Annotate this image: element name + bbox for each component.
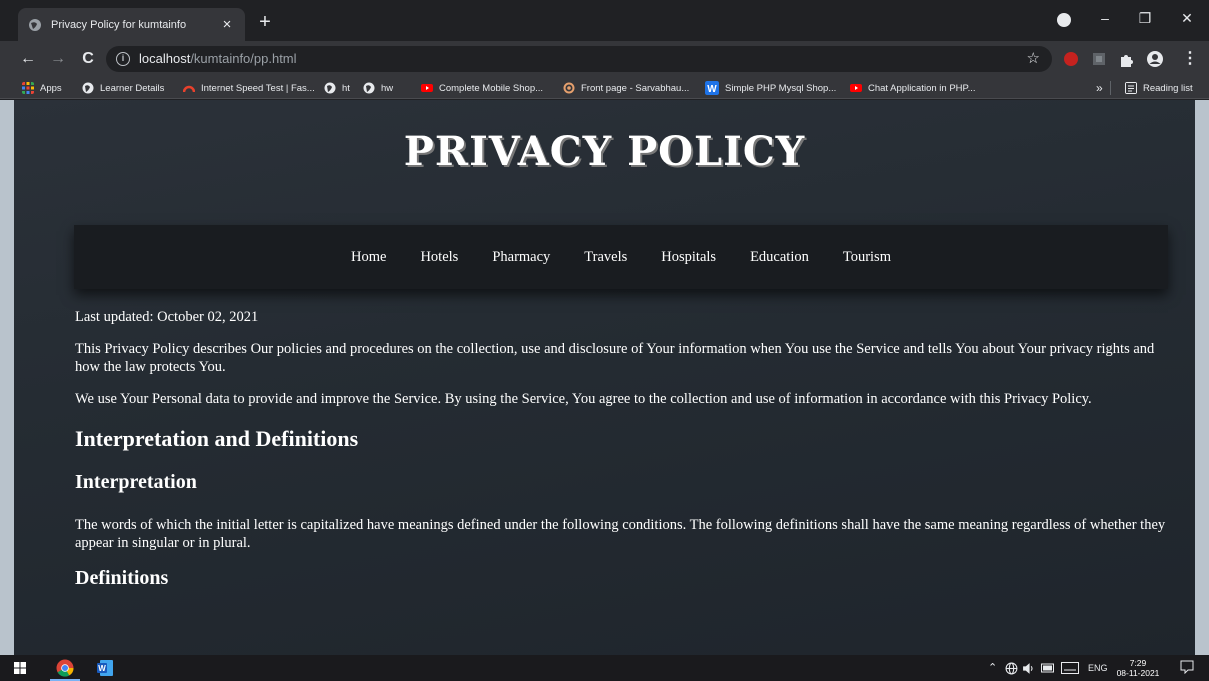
tray-overflow-icon[interactable]: ⌃	[988, 661, 997, 674]
target-icon	[563, 82, 575, 94]
nav-link-pharmacy[interactable]: Pharmacy	[492, 249, 550, 266]
forward-button[interactable]: →	[48, 49, 68, 69]
policy-content: Last updated: October 02, 2021 This Priv…	[75, 308, 1175, 612]
extensions-puzzle-icon[interactable]	[1118, 50, 1136, 68]
browser-tab[interactable]: Privacy Policy for kumtainfo ×	[18, 8, 245, 41]
restore-button[interactable]: ❐	[1130, 10, 1160, 27]
url-text[interactable]: localhost/kumtainfo/pp.html	[139, 51, 297, 66]
profile-avatar-icon[interactable]	[1146, 50, 1164, 68]
clock-time: 7:29	[1129, 658, 1147, 668]
windows-start-icon[interactable]	[14, 662, 26, 674]
close-window-button[interactable]: ✕	[1172, 10, 1202, 27]
globe-icon	[363, 82, 375, 94]
word-taskbar-icon[interactable]: W	[96, 659, 114, 677]
site-navbar: Home Hotels Pharmacy Travels Hospitals E…	[74, 225, 1168, 289]
keyboard-icon[interactable]	[1061, 662, 1079, 674]
nav-link-hospitals[interactable]: Hospitals	[661, 249, 716, 266]
language-indicator[interactable]: ENG	[1088, 663, 1108, 673]
browser-toolbar: ← → C i localhost/kumtainfo/pp.html ☆ ⋮	[0, 41, 1209, 77]
interpretation-paragraph: The words of which the initial letter is…	[75, 517, 1166, 551]
speedometer-icon	[183, 85, 195, 93]
bookmark-label: ht	[342, 82, 350, 94]
svg-text:W: W	[707, 84, 717, 95]
nav-link-travels[interactable]: Travels	[584, 249, 627, 266]
heading-interpretation-and-definitions: Interpretation and Definitions	[75, 426, 359, 451]
bookmark-chat-application[interactable]: Chat Application in PHP...	[850, 80, 976, 96]
bookmark-learner-details[interactable]: Learner Details	[82, 80, 164, 96]
battery-icon[interactable]	[1041, 663, 1055, 673]
tab-close-icon[interactable]: ×	[219, 16, 235, 33]
back-button[interactable]: ←	[18, 49, 38, 69]
svg-text:W: W	[98, 664, 106, 673]
bookmark-label: Complete Mobile Shop...	[439, 82, 544, 94]
bookmark-apps[interactable]: Apps	[22, 80, 62, 96]
bookmark-label: Chat Application in PHP...	[868, 82, 976, 94]
url-path: /kumtainfo/pp.html	[190, 51, 297, 66]
bookmark-label: Learner Details	[100, 82, 165, 94]
notifications-icon[interactable]	[1180, 660, 1194, 674]
profile-menu-icon[interactable]	[1057, 13, 1071, 27]
bookmark-label: Internet Speed Test | Fas...	[201, 82, 315, 94]
last-updated-text: Last updated: October 02, 2021	[75, 309, 259, 325]
bookmark-star-icon[interactable]: ☆	[1027, 49, 1040, 67]
network-globe-icon[interactable]	[1005, 662, 1018, 675]
nav-link-education[interactable]: Education	[750, 249, 809, 266]
bookmark-simple-php-shop[interactable]: W Simple PHP Mysql Shop...	[705, 80, 836, 96]
w-logo-icon: W	[705, 81, 719, 95]
bookmark-speed-test[interactable]: Internet Speed Test | Fas...	[183, 80, 315, 96]
chrome-menu-icon[interactable]: ⋮	[1180, 49, 1200, 69]
bookmark-label: Simple PHP Mysql Shop...	[725, 82, 837, 94]
extension-red-icon[interactable]	[1062, 50, 1080, 68]
url-host: localhost	[139, 51, 191, 66]
tab-title: Privacy Policy for kumtainfo	[51, 18, 187, 31]
page-title: PRIVACY POLICY	[403, 128, 806, 175]
new-tab-button[interactable]: +	[254, 11, 276, 33]
system-clock[interactable]: 7:29 08-11-2021	[1113, 658, 1163, 678]
globe-icon	[82, 82, 94, 94]
heading-interpretation: Interpretation	[75, 471, 197, 493]
bookmark-label: Front page - Sarvabhau...	[581, 82, 690, 94]
bookmarks-separator	[1110, 81, 1111, 95]
bookmark-label: Apps	[40, 82, 62, 94]
heading-definitions: Definitions	[75, 567, 169, 589]
bookmarks-bar: Apps Learner Details Internet Speed Test…	[0, 77, 1209, 99]
bookmark-ht[interactable]: ht	[324, 80, 350, 96]
reading-list-label: Reading list	[1143, 82, 1193, 94]
web-page: PRIVACY POLICY Home Hotels Pharmacy Trav…	[0, 100, 1209, 655]
reload-button[interactable]: C	[78, 49, 98, 69]
nav-link-home[interactable]: Home	[351, 249, 386, 266]
apps-grid-icon	[22, 82, 34, 94]
intro-paragraph-1: This Privacy Policy describes Our polici…	[75, 341, 1155, 375]
bookmark-label: hw	[381, 82, 394, 94]
reading-list-icon	[1125, 82, 1137, 94]
site-info-icon[interactable]: i	[116, 52, 130, 66]
extension-gray-icon[interactable]	[1090, 50, 1108, 68]
globe-icon	[324, 82, 336, 94]
browser-tab-strip: Privacy Policy for kumtainfo × + – ❐ ✕	[0, 0, 1209, 41]
bookmark-front-page[interactable]: Front page - Sarvabhau...	[563, 80, 689, 96]
windows-taskbar: W ⌃ ENG 7:29 08-11-2021	[0, 655, 1209, 681]
bookmark-complete-mobile-shop[interactable]: Complete Mobile Shop...	[421, 80, 543, 96]
minimize-button[interactable]: –	[1090, 10, 1120, 26]
intro-paragraph-2: We use Your Personal data to provide and…	[75, 391, 1092, 407]
nav-link-tourism[interactable]: Tourism	[843, 249, 891, 266]
clock-date: 08-11-2021	[1116, 668, 1160, 678]
bookmarks-overflow-button[interactable]: »	[1096, 80, 1103, 96]
bookmark-hw[interactable]: hw	[363, 80, 393, 96]
youtube-icon	[421, 84, 433, 92]
volume-icon[interactable]	[1022, 662, 1035, 675]
chrome-taskbar-icon[interactable]	[56, 659, 74, 677]
address-bar[interactable]: i localhost/kumtainfo/pp.html ☆	[106, 46, 1052, 72]
nav-link-hotels[interactable]: Hotels	[420, 249, 458, 266]
reading-list-button[interactable]: Reading list	[1125, 80, 1193, 96]
youtube-icon	[850, 84, 862, 92]
globe-icon	[29, 18, 41, 31]
